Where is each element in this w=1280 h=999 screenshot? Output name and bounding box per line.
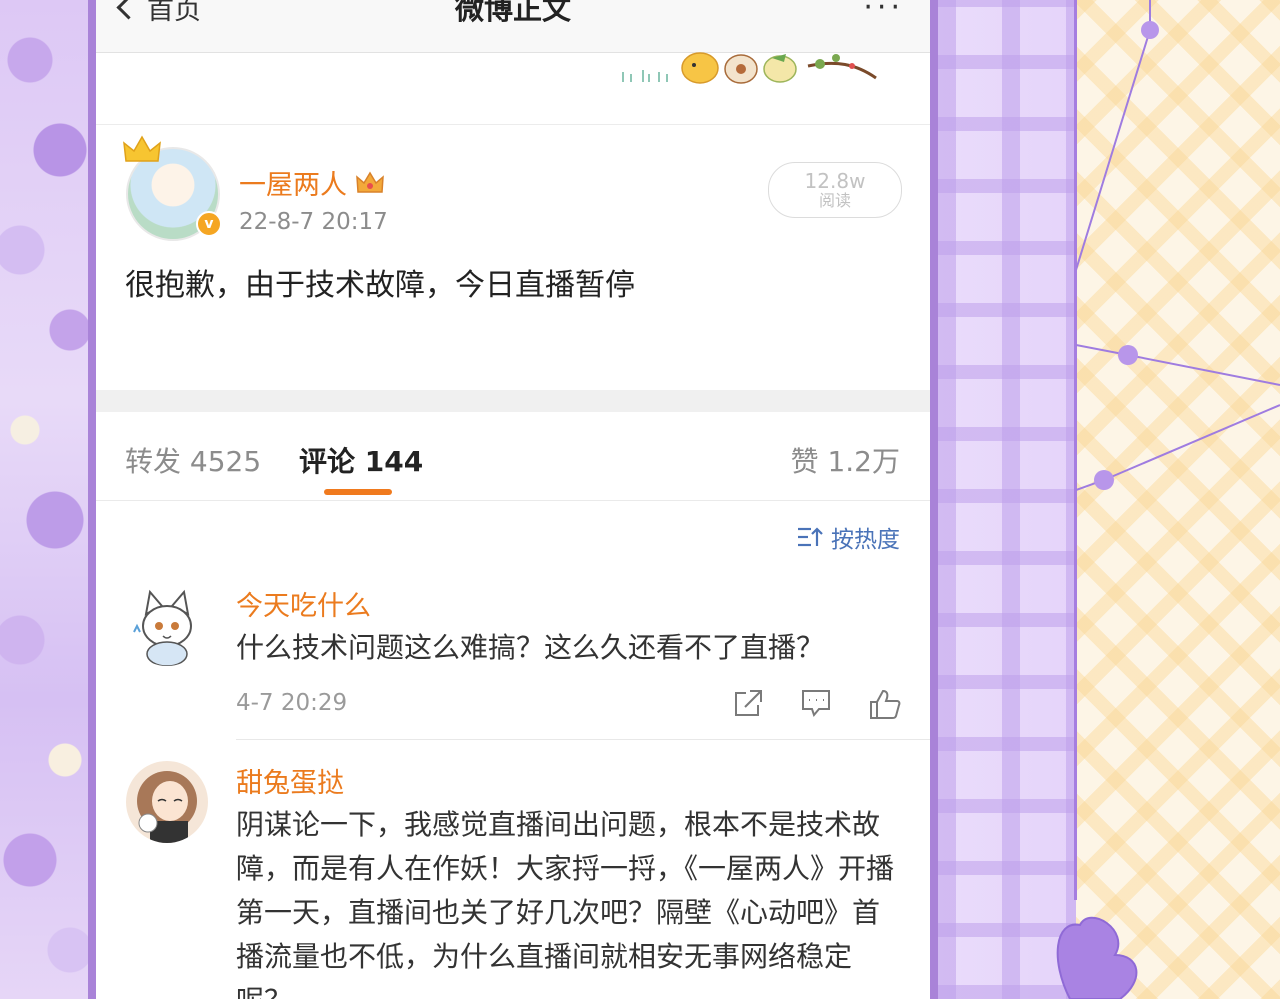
phone-frame: 首页 微博正文 ··· v 一屋两人 22-8-7 20:17 12.8w 阅读…	[88, 0, 938, 999]
crown-icon	[123, 135, 161, 162]
share-icon[interactable]	[732, 688, 764, 718]
comment-separator	[236, 739, 930, 740]
comment-text: 什么技术问题这么难搞？这么久还看不了直播？	[236, 631, 825, 664]
tab-comments[interactable]: 评论 144	[299, 440, 423, 480]
sticker-icons	[622, 52, 877, 84]
page-title: 微博正文	[454, 0, 571, 26]
read-count-badge: 12.8w 阅读	[768, 162, 902, 218]
comment-text: 阴谋论一下，我感觉直播间出问题，根本不是技术故障，而是有人在作妖！大家捋一捋，《…	[236, 808, 895, 999]
author-avatar[interactable]: v	[123, 135, 222, 241]
read-count-value: 12.8w	[804, 169, 866, 193]
active-tab-indicator	[324, 489, 392, 495]
post-text: 很抱歉，由于技术故障，今日直播暂停	[125, 268, 635, 303]
more-icon[interactable]: ···	[863, 0, 904, 25]
cat-avatar-image	[126, 584, 208, 666]
section-divider	[96, 390, 930, 412]
sort-label: 按热度	[831, 527, 900, 553]
commenter-avatar[interactable]	[126, 761, 208, 843]
comment-icon[interactable]	[800, 688, 832, 718]
commenter-avatar[interactable]	[126, 584, 208, 666]
girl-avatar-image	[126, 761, 208, 843]
like-icon[interactable]	[868, 688, 902, 720]
decorative-branches	[1076, 0, 1280, 491]
post-card: v 一屋两人 22-8-7 20:17 12.8w 阅读 很抱歉，由于技术故障，…	[96, 125, 930, 390]
floral-background	[0, 0, 92, 999]
verified-icon: v	[196, 211, 222, 237]
top-nav-bar: 首页 微博正文 ···	[96, 0, 930, 53]
sort-button[interactable]: 按热度	[797, 520, 900, 554]
commenter-name[interactable]: 甜兔蛋挞	[236, 761, 344, 800]
author-name-text: 一屋两人	[239, 170, 347, 201]
weibo-screen: 首页 微博正文 ··· v 一屋两人 22-8-7 20:17 12.8w 阅读…	[96, 0, 930, 999]
crown-badge-icon	[356, 171, 384, 193]
tab-reposts[interactable]: 转发 4525	[125, 440, 261, 480]
interaction-tabs: 转发 4525 评论 144 赞 1.2万	[96, 412, 930, 501]
post-time: 22-8-7 20:17	[239, 209, 388, 235]
sort-icon	[798, 527, 823, 547]
comment-actions	[732, 688, 902, 720]
sticker-strip	[96, 52, 930, 125]
read-count-label: 阅读	[818, 191, 851, 210]
comment-time: 4-7 20:29	[236, 690, 348, 716]
commenter-name[interactable]: 今天吃什么	[236, 584, 371, 623]
comic-panel: 首页 微博正文 ··· v 一屋两人 22-8-7 20:17 12.8w 阅读…	[0, 0, 1280, 999]
tab-likes[interactable]: 赞 1.2万	[791, 440, 900, 480]
heart-decoration	[1056, 916, 1138, 999]
author-name[interactable]: 一屋两人	[239, 163, 385, 202]
